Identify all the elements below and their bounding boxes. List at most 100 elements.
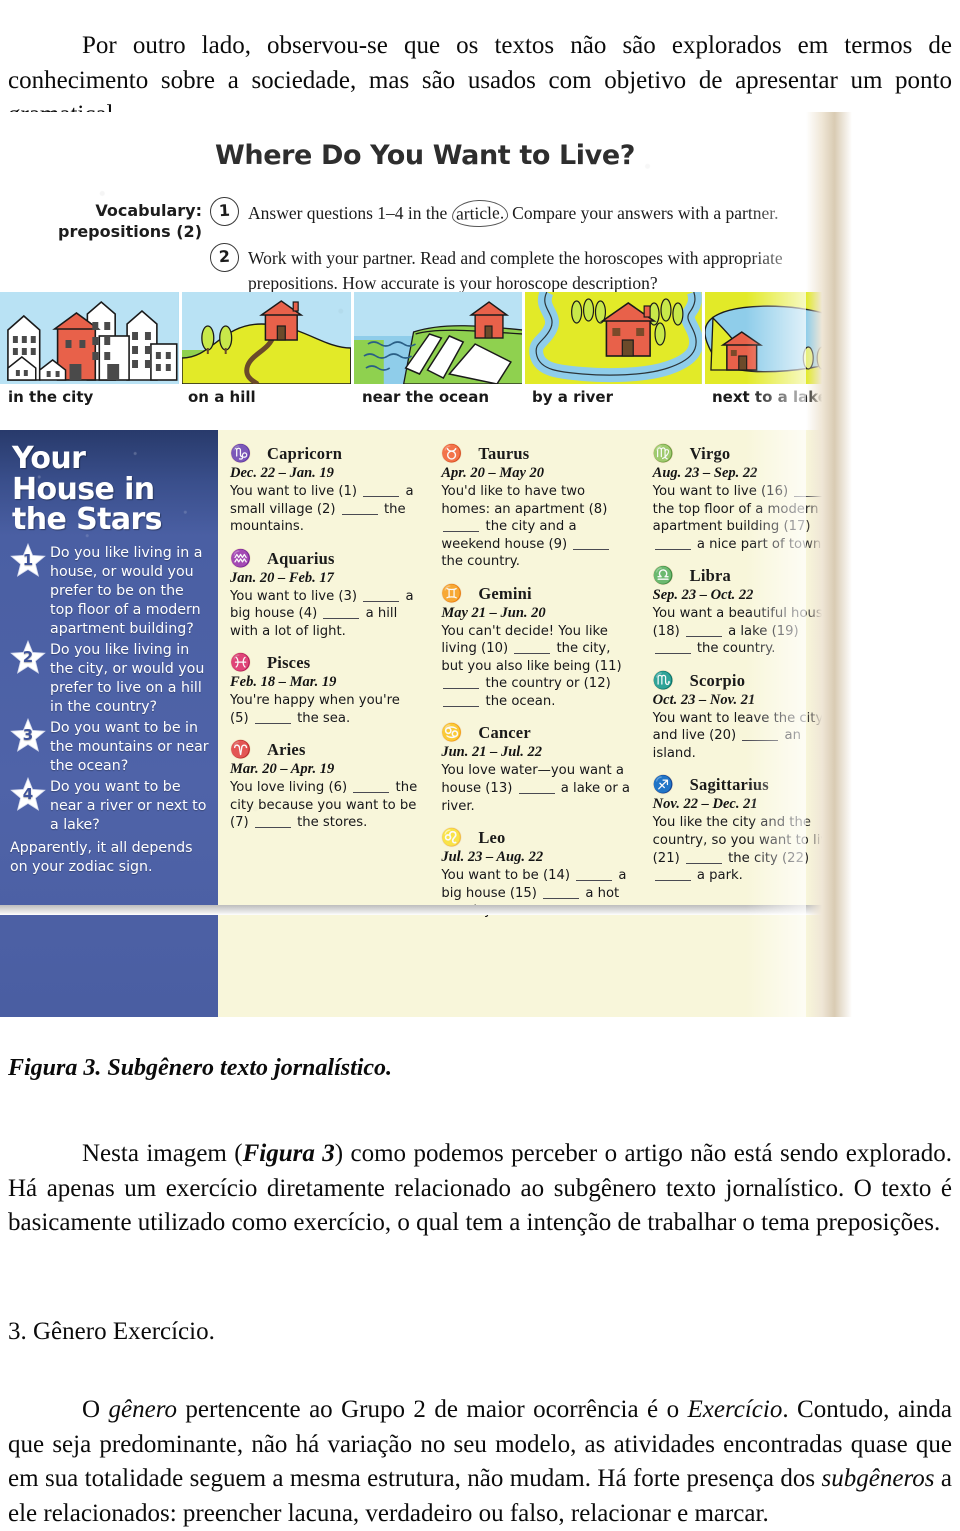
sign-dates: May 21 – Jun. 20	[441, 604, 546, 621]
answer-blank[interactable]	[794, 483, 831, 497]
answer-blank[interactable]	[654, 641, 691, 655]
zodiac-question-4: 4 Do you want to be near a river or next…	[10, 777, 210, 835]
sign-dates: Aug. 23 – Sep. 22	[652, 465, 758, 481]
zodiac-question-1-text: Do you like living in a house, or would …	[50, 544, 203, 637]
answer-blank[interactable]	[443, 693, 480, 707]
answer-blank[interactable]	[654, 868, 691, 882]
sign-name: Leo	[478, 828, 506, 848]
sign-header: ♋ Cancer	[441, 723, 630, 743]
libra-zodiac-icon: ♎	[652, 566, 674, 586]
genre-emphasis-3: subgêneros	[821, 1465, 935, 1492]
horoscope-column-0: ♑ Capricorn Dec. 22 – Jan. 19 You want to l…	[218, 430, 429, 1017]
sign-dates: Feb. 18 – Mar. 19	[230, 674, 337, 691]
city-scene-icon	[0, 292, 179, 384]
task-item-2: 2 Work with your partner. Read and comple…	[209, 242, 848, 296]
sign-name: Capricorn	[267, 444, 343, 463]
figure-3-scan: Where Do You Want to Live? Vocabulary: p…	[0, 112, 852, 1017]
zodiac-panel-title: Your House in the Stars	[12, 443, 210, 538]
sign-header: ♍ Virgo	[653, 444, 842, 464]
answer-blank[interactable]	[443, 519, 480, 533]
analysis-text-1: Nesta imagem (	[82, 1140, 243, 1167]
horoscope-libra: ♎ Libra Sep. 23 – Oct. 22 You want a beauti…	[653, 566, 842, 658]
task-item-1: 1 Answer questions 1–4 in the article. Co…	[209, 196, 848, 228]
answer-blank[interactable]	[685, 850, 722, 864]
sign-body: You can't decide! You like living (10) t…	[441, 623, 622, 709]
answer-blank[interactable]	[254, 710, 291, 724]
ocean-scene-icon	[353, 292, 523, 384]
capricorn-zodiac-icon: ♑	[230, 444, 252, 463]
star-bullet-icon: 1	[10, 542, 46, 577]
virgo-zodiac-icon: ♍	[652, 444, 674, 463]
horoscope-capricorn: ♑ Capricorn Dec. 22 – Jan. 19 You want to l…	[230, 444, 419, 536]
zodiac-question-2: 2 Do you like living in the city, or wou…	[10, 639, 210, 717]
task-1-circled-word: article.	[451, 199, 509, 228]
answer-blank[interactable]	[323, 606, 360, 620]
zodiac-question-2-text: Do you like living in the city, or would…	[50, 641, 205, 716]
sign-name: Pisces	[267, 653, 311, 673]
answer-blank[interactable]	[573, 536, 610, 550]
sign-name: Cancer	[478, 723, 531, 743]
sign-header: ♈ Aries	[230, 740, 419, 760]
horoscope-cancer: ♋ Cancer Jun. 21 – Jul. 22 You love water—y…	[441, 723, 630, 815]
task-2-text: Work with your partner. Read and complet…	[248, 248, 783, 293]
sign-body: You'd like to have two homes: an apartme…	[441, 483, 630, 571]
sign-body: You want to live (1) a small village (2)…	[230, 483, 414, 535]
task-1-text-before: Answer questions 1–4 in the	[248, 203, 452, 223]
answer-blank[interactable]	[341, 501, 378, 515]
sign-name: Libra	[689, 566, 731, 586]
sign-body: You like the city and the country, so yo…	[652, 815, 837, 884]
horoscope-area: ♑ Capricorn Dec. 22 – Jan. 19 You want to l…	[218, 430, 852, 1017]
star-number-1: 1	[22, 550, 34, 569]
answer-blank[interactable]	[543, 885, 580, 899]
leo-zodiac-icon: ♌	[441, 828, 463, 848]
zodiac-question-4-text: Do you want to be near a river or next t…	[50, 779, 207, 834]
sign-dates: Sep. 23 – Oct. 22	[652, 587, 754, 604]
answer-blank[interactable]	[685, 623, 722, 637]
picture-labels: in the city on a hill near the ocean by …	[0, 388, 852, 410]
scan-bottom-shadow	[0, 905, 852, 915]
sign-dates: Jul. 23 – Aug. 22	[441, 849, 544, 866]
star-bullet-icon: 3	[10, 718, 46, 752]
answer-blank[interactable]	[254, 815, 291, 829]
sign-header: ♓ Pisces	[230, 653, 419, 673]
sign-dates: Nov. 22 – Dec. 21	[652, 796, 758, 813]
horoscope-aquarius: ♒ Aquarius Jan. 20 – Feb. 17 You want to li…	[230, 549, 419, 641]
genre-paragraph: O gênero pertencente ao Grupo 2 de maior…	[8, 1393, 952, 1531]
answer-blank[interactable]	[353, 780, 390, 794]
answer-blank[interactable]	[443, 676, 480, 690]
sign-body: You love water—you want a house (13) a l…	[441, 763, 631, 814]
answer-blank[interactable]	[363, 588, 400, 602]
answer-blank[interactable]	[576, 868, 613, 882]
horoscope-column-2: ♍ Virgo Aug. 23 – Sep. 22 You want to live …	[641, 430, 852, 1017]
zodiac-question-3-text: Do you want to be in the mountains or ne…	[50, 720, 209, 775]
answer-blank[interactable]	[654, 536, 691, 550]
analysis-emphasis-1: Figura 3	[242, 1140, 335, 1167]
genre-text-2: pertencente ao Grupo 2 de maior ocorrênc…	[177, 1396, 688, 1423]
sign-dates: Apr. 20 – May 20	[441, 465, 545, 481]
genre-text-1: O	[82, 1396, 109, 1423]
answer-blank[interactable]	[518, 780, 555, 795]
answer-blank[interactable]	[514, 641, 551, 655]
horoscope-column-1: ♉ Taurus Apr. 20 – May 20 You'd like to hav…	[429, 430, 640, 1017]
sign-body: You want a beautiful house (18) a lake (…	[652, 606, 831, 657]
horoscope-columns: ♑ Capricorn Dec. 22 – Jan. 19 You want to l…	[218, 430, 852, 1017]
zodiac-title-line-2: the Stars	[12, 502, 163, 538]
sign-dates: Oct. 23 – Nov. 21	[652, 691, 756, 708]
analysis-paragraph: Nesta imagem (Figura 3) como podemos per…	[8, 1137, 952, 1241]
cancer-zodiac-icon: ♋	[441, 723, 463, 743]
answer-blank[interactable]	[363, 483, 400, 497]
sign-body: You want to live (16) the top floor of a…	[653, 483, 842, 553]
aquarius-zodiac-icon: ♒	[230, 548, 252, 568]
river-scene-icon	[525, 292, 703, 384]
sign-name: Gemini	[478, 583, 532, 603]
answer-blank[interactable]	[742, 728, 779, 742]
section-heading: 3. Gênero Exercício.	[8, 1318, 215, 1345]
sign-body: You love living (6) the city because you…	[230, 780, 418, 831]
star-bullet-icon: 4	[10, 777, 46, 812]
taurus-zodiac-icon: ♉	[441, 444, 463, 463]
sign-header: ♌ Leo	[441, 828, 630, 848]
hill-scene-icon	[181, 292, 351, 384]
genre-emphasis-2: Exercício	[687, 1396, 783, 1423]
scorpio-zodiac-icon: ♏	[652, 670, 674, 690]
zodiac-panel-footer: Apparently, it all depends on your zodia…	[10, 840, 193, 876]
